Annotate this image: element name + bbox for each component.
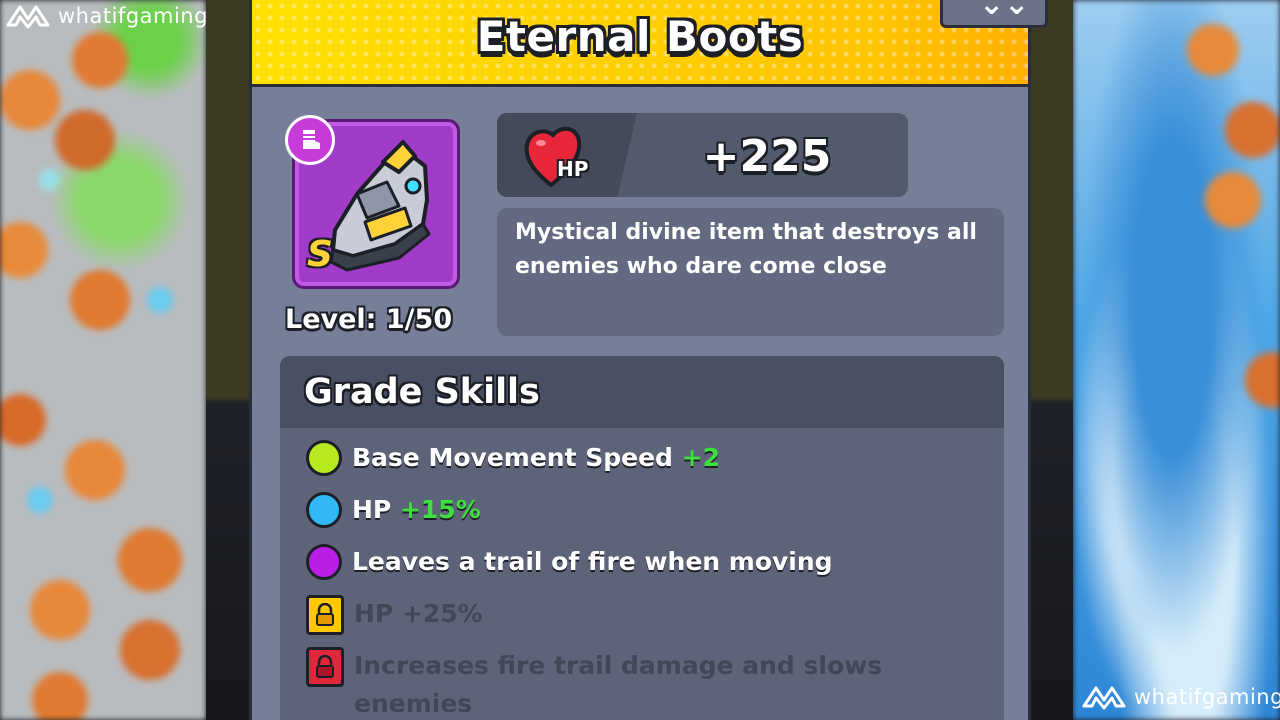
skill-item: HP +15%: [306, 491, 481, 529]
skill-bonus: +15%: [399, 495, 481, 524]
grade-letter: S: [307, 234, 333, 275]
boot-slot-icon: [303, 130, 320, 149]
hp-label: HP: [557, 157, 589, 181]
watermark-bottom-right: whatifgaming: [1082, 684, 1280, 710]
grade-skills-section: Grade Skills Base Movement Speed +2 HP +…: [280, 356, 1004, 720]
background-left: [0, 0, 206, 720]
item-level: Level: 1/50: [285, 304, 453, 335]
skill-dot-icon: [306, 544, 342, 580]
item-title: Eternal Boots: [476, 12, 804, 61]
skill-text: HP +25%: [354, 599, 483, 628]
boots-type-badge: [285, 115, 335, 165]
skill-item-locked: HP +25%: [306, 595, 483, 635]
close-chevron-icon: ⌄⌄: [979, 0, 1030, 22]
stat-icon-area: HP: [497, 113, 637, 197]
stat-box: HP +225: [497, 113, 908, 197]
skill-text: Base Movement Speed: [352, 443, 673, 472]
item-description: Mystical divine item that destroys all e…: [497, 208, 1004, 336]
whatifgaming-logo-icon: [1082, 686, 1126, 710]
skill-item-locked: Increases fire trail damage and slows en…: [306, 647, 926, 720]
background-right: [1073, 0, 1280, 720]
stat-value: +225: [702, 131, 832, 182]
skill-dot-icon: [306, 492, 342, 528]
skill-text: Leaves a trail of fire when moving: [352, 547, 833, 576]
panel-header: Eternal Boots: [252, 0, 1028, 87]
skill-bonus: +2: [681, 443, 720, 472]
lock-icon: [306, 595, 344, 635]
watermark-text: whatifgaming: [1134, 685, 1280, 709]
watermark-top-left: whatifgaming: [6, 3, 208, 29]
lock-icon: [306, 647, 344, 687]
grade-skills-title: Grade Skills: [280, 356, 1004, 428]
skill-item: Base Movement Speed +2: [306, 439, 720, 477]
skill-text: HP: [352, 495, 392, 524]
skill-dot-icon: [306, 440, 342, 476]
item-detail-panel: Eternal Boots ⌄⌄ S Level: 1/50 HP +225 M…: [249, 0, 1048, 720]
whatifgaming-logo-icon: [6, 5, 50, 29]
skill-text: Increases fire trail damage and slows en…: [354, 651, 883, 718]
close-button[interactable]: ⌄⌄: [940, 0, 1048, 28]
watermark-text: whatifgaming: [58, 4, 208, 28]
skill-item: Leaves a trail of fire when moving: [306, 543, 833, 581]
